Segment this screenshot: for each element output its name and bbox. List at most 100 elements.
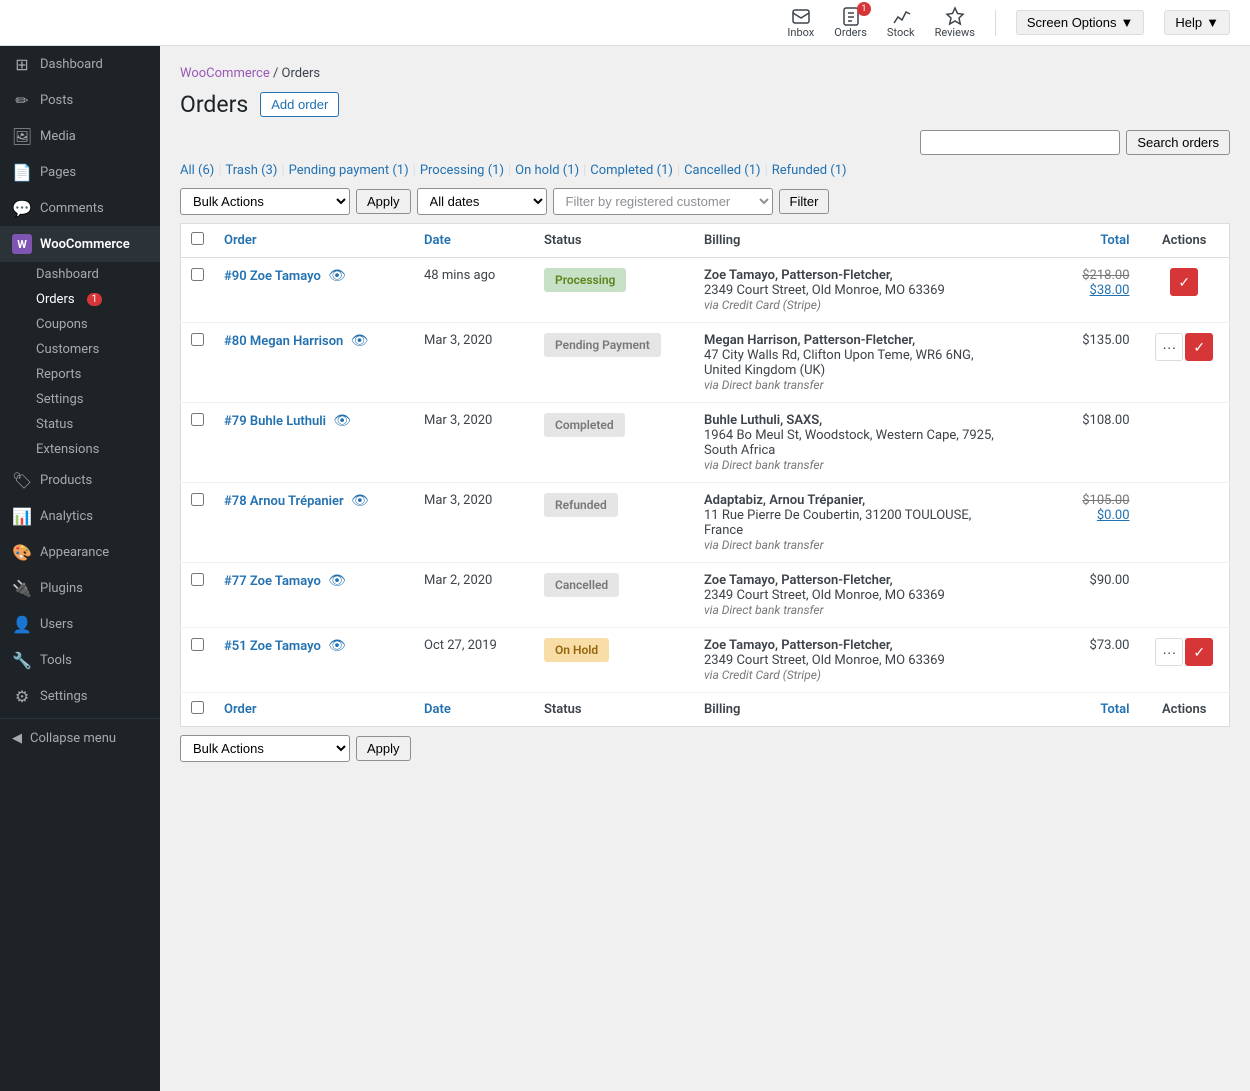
billing-cell: Buhle Luthuli, SAXS, 1964 Bo Meul St, Wo… [694,403,1020,483]
status-filter-completed[interactable]: Completed (1) [590,163,673,178]
order-column-header[interactable]: Order [214,224,414,258]
status-filter-pending[interactable]: Pending payment (1) [289,163,409,178]
sidebar-item-users[interactable]: 👤 Users [0,606,160,642]
sidebar-item-media[interactable]: 🖼 Media [0,118,160,154]
select-all-header[interactable] [181,224,215,258]
complete-order-button[interactable]: ✓ [1185,638,1213,666]
view-order-icon[interactable]: 👁 [351,333,369,349]
row-checkbox[interactable] [191,333,204,346]
date-cell: 48 mins ago [414,258,534,323]
sidebar-item-comments[interactable]: 💬 Comments [0,190,160,226]
action-btns: ✓ [1150,268,1220,296]
bulk-actions-bottom-select[interactable]: Bulk Actions [180,735,350,762]
reviews-icon[interactable]: Reviews [935,6,975,39]
apply-button[interactable]: Apply [356,189,411,214]
sidebar-item-settings[interactable]: ⚙ Settings [0,678,160,714]
price-original: $105.00 [1030,493,1130,508]
order-link[interactable]: #79 Buhle Luthuli [224,414,326,429]
row-checkbox[interactable] [191,493,204,506]
sidebar-item-woocommerce[interactable]: W WooCommerce [0,226,160,262]
select-all-footer[interactable] [181,693,215,727]
select-all-checkbox[interactable] [191,232,204,245]
sidebar-item-products[interactable]: 🏷 Products [0,462,160,498]
complete-order-button[interactable]: ✓ [1170,268,1198,296]
row-checkbox[interactable] [191,268,204,281]
screen-options-button[interactable]: Screen Options ▼ [1016,10,1144,35]
sidebar-item-posts[interactable]: ✏ Posts [0,82,160,118]
order-footer-header[interactable]: Order [214,693,414,727]
actions-cell [1140,563,1230,628]
sidebar-item-woo-orders[interactable]: Orders 1 [36,287,160,312]
date-cell: Mar 3, 2020 [414,323,534,403]
total-cell: $73.00 [1020,628,1140,693]
customer-filter-select[interactable]: Filter by registered customer [553,188,773,215]
date-filter-select[interactable]: All dates [417,188,547,215]
view-order-icon[interactable]: 👁 [328,638,346,654]
status-filter-on-hold[interactable]: On hold (1) [515,163,579,178]
complete-order-button[interactable]: ✓ [1185,333,1213,361]
orders-top-icon[interactable]: 1 Orders [834,6,867,39]
inbox-icon[interactable]: Inbox [787,6,814,39]
view-order-icon[interactable]: 👁 [333,413,351,429]
sidebar-item-tools[interactable]: 🔧 Tools [0,642,160,678]
sidebar-item-plugins[interactable]: 🔌 Plugins [0,570,160,606]
sidebar-item-label: Status [36,417,73,432]
add-order-button[interactable]: Add order [260,92,339,117]
users-icon: 👤 [12,614,32,634]
sidebar-item-analytics[interactable]: 📊 Analytics [0,498,160,534]
order-link[interactable]: #51 Zoe Tamayo [224,639,321,654]
total-column-header[interactable]: Total [1020,224,1140,258]
sidebar-item-appearance[interactable]: 🎨 Appearance [0,534,160,570]
status-filter-refunded[interactable]: Refunded (1) [772,163,847,178]
sidebar-item-pages[interactable]: 📄 Pages [0,154,160,190]
apply-bottom-button[interactable]: Apply [356,736,411,761]
stock-icon[interactable]: Stock [887,6,915,39]
billing-payment: via Credit Card (Stripe) [704,298,1010,312]
sidebar-item-woo-reports[interactable]: Reports [36,362,160,387]
date-column-header[interactable]: Date [414,224,534,258]
filter-button[interactable]: Filter [779,189,830,214]
price-current[interactable]: $0.00 [1030,508,1130,523]
settings-icon: ⚙ [12,686,32,706]
status-filter-all[interactable]: All (6) [180,163,214,178]
order-link[interactable]: #77 Zoe Tamayo [224,574,321,589]
view-order-icon[interactable]: 👁 [351,493,369,509]
status-filter-trash[interactable]: Trash (3) [226,163,278,178]
status-cell: Pending payment [534,323,694,403]
sidebar-item-woo-dashboard[interactable]: Dashboard [36,262,160,287]
sidebar-item-woo-extensions[interactable]: Extensions [36,437,160,462]
search-orders-button[interactable]: Search orders [1126,130,1230,155]
date-footer-header[interactable]: Date [414,693,534,727]
breadcrumb: WooCommerce / Orders [180,66,1230,81]
status-filter-processing[interactable]: Processing (1) [420,163,504,178]
posts-icon: ✏ [12,90,32,110]
collapse-menu-item[interactable]: ◀ Collapse menu [0,723,160,754]
row-checkbox[interactable] [191,413,204,426]
order-link[interactable]: #80 Megan Harrison [224,334,343,349]
status-filter-cancelled[interactable]: Cancelled (1) [684,163,760,178]
select-all-footer-checkbox[interactable] [191,701,204,714]
order-link[interactable]: #90 Zoe Tamayo [224,269,321,284]
sidebar-item-woo-coupons[interactable]: Coupons [36,312,160,337]
view-order-icon[interactable]: 👁 [328,268,346,284]
breadcrumb-link[interactable]: WooCommerce [180,66,270,81]
more-actions-button[interactable]: ··· [1155,638,1183,666]
order-link[interactable]: #78 Arnou Trépanier [224,494,344,509]
sidebar-item-woo-settings[interactable]: Settings [36,387,160,412]
row-checkbox[interactable] [191,573,204,586]
price-current[interactable]: $38.00 [1030,283,1130,298]
price: $135.00 [1030,333,1130,348]
help-button[interactable]: Help ▼ [1164,10,1230,35]
sidebar-item-dashboard[interactable]: ⊞ Dashboard [0,46,160,82]
search-input[interactable] [920,130,1120,155]
row-checkbox[interactable] [191,638,204,651]
sidebar-item-woo-status[interactable]: Status [36,412,160,437]
view-order-icon[interactable]: 👁 [328,573,346,589]
more-actions-button[interactable]: ··· [1155,333,1183,361]
table-row: #51 Zoe Tamayo 👁 Oct 27, 2019 On hold Zo… [181,628,1230,693]
sidebar-item-woo-customers[interactable]: Customers [36,337,160,362]
bulk-actions-select[interactable]: Bulk Actions [180,188,350,215]
order-cell: #79 Buhle Luthuli 👁 [214,403,414,483]
total-footer-header[interactable]: Total [1020,693,1140,727]
sidebar-item-label: Settings [40,689,87,704]
